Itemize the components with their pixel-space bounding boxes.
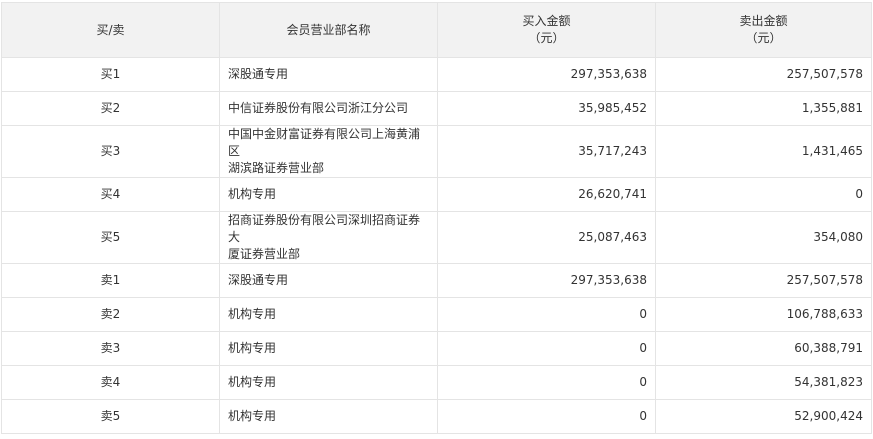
side-cell: 卖3 [1,331,220,366]
buy-amount-cell: 26,620,741 [437,177,656,212]
header-buy-amount: 买入金额 （元） [437,2,656,58]
side-cell: 卖1 [1,263,220,298]
sell-amount-cell: 106,788,633 [655,297,872,332]
header-sell-label: 卖出金额 [739,14,788,28]
member-cell: 深股通专用 [219,263,438,298]
table-row: 卖5 机构专用 0 52,900,424 [1,399,872,434]
header-buy-label: 买入金额 [522,14,571,28]
member-cell: 机构专用 [219,297,438,332]
member-cell: 机构专用 [219,365,438,400]
side-cell: 买5 [1,211,220,264]
buy-amount-cell: 0 [437,399,656,434]
sell-amount-cell: 257,507,578 [655,57,872,92]
buy-amount-cell: 25,087,463 [437,211,656,264]
buy-amount-cell: 297,353,638 [437,57,656,92]
header-member: 会员营业部名称 [219,2,438,58]
sell-amount-cell: 1,355,881 [655,91,872,126]
header-side: 买/卖 [1,2,220,58]
table-row: 买4 机构专用 26,620,741 0 [1,177,872,212]
member-cell: 机构专用 [219,177,438,212]
side-cell: 卖2 [1,297,220,332]
member-cell: 深股通专用 [219,57,438,92]
sell-amount-cell: 1,431,465 [655,125,872,178]
header-buy-unit: （元） [528,31,565,45]
sell-amount-cell: 54,381,823 [655,365,872,400]
side-cell: 卖4 [1,365,220,400]
sell-amount-cell: 354,080 [655,211,872,264]
table-row: 买1 深股通专用 297,353,638 257,507,578 [1,57,872,92]
sell-amount-cell: 0 [655,177,872,212]
table-row: 卖2 机构专用 0 106,788,633 [1,297,872,332]
sell-amount-cell: 52,900,424 [655,399,872,434]
header-sell-amount: 卖出金额 （元） [655,2,872,58]
table-row: 卖4 机构专用 0 54,381,823 [1,365,872,400]
table-row: 卖3 机构专用 0 60,388,791 [1,331,872,366]
side-cell: 买3 [1,125,220,178]
side-cell: 买1 [1,57,220,92]
member-cell: 中国中金财富证券有限公司上海黄浦区 湖滨路证券营业部 [219,125,438,178]
table-row: 买5 招商证券股份有限公司深圳招商证券大 厦证券营业部 25,087,463 3… [1,211,872,264]
table-row: 买3 中国中金财富证券有限公司上海黄浦区 湖滨路证券营业部 35,717,243… [1,125,872,178]
side-cell: 买4 [1,177,220,212]
trading-seats-table: 买/卖 会员营业部名称 买入金额 （元） 卖出金额 （元） 买1 深股通专用 2… [1,2,872,434]
buy-amount-cell: 35,717,243 [437,125,656,178]
member-cell: 招商证券股份有限公司深圳招商证券大 厦证券营业部 [219,211,438,264]
member-cell: 机构专用 [219,399,438,434]
header-sell-unit: （元） [745,31,782,45]
buy-amount-cell: 35,985,452 [437,91,656,126]
buy-amount-cell: 0 [437,297,656,332]
buy-amount-cell: 0 [437,365,656,400]
sell-amount-cell: 60,388,791 [655,331,872,366]
member-cell: 机构专用 [219,331,438,366]
buy-amount-cell: 297,353,638 [437,263,656,298]
table-row: 买2 中信证券股份有限公司浙江分公司 35,985,452 1,355,881 [1,91,872,126]
table-header-row: 买/卖 会员营业部名称 买入金额 （元） 卖出金额 （元） [1,2,872,58]
side-cell: 买2 [1,91,220,126]
table-row: 卖1 深股通专用 297,353,638 257,507,578 [1,263,872,298]
sell-amount-cell: 257,507,578 [655,263,872,298]
buy-amount-cell: 0 [437,331,656,366]
member-cell: 中信证券股份有限公司浙江分公司 [219,91,438,126]
side-cell: 卖5 [1,399,220,434]
